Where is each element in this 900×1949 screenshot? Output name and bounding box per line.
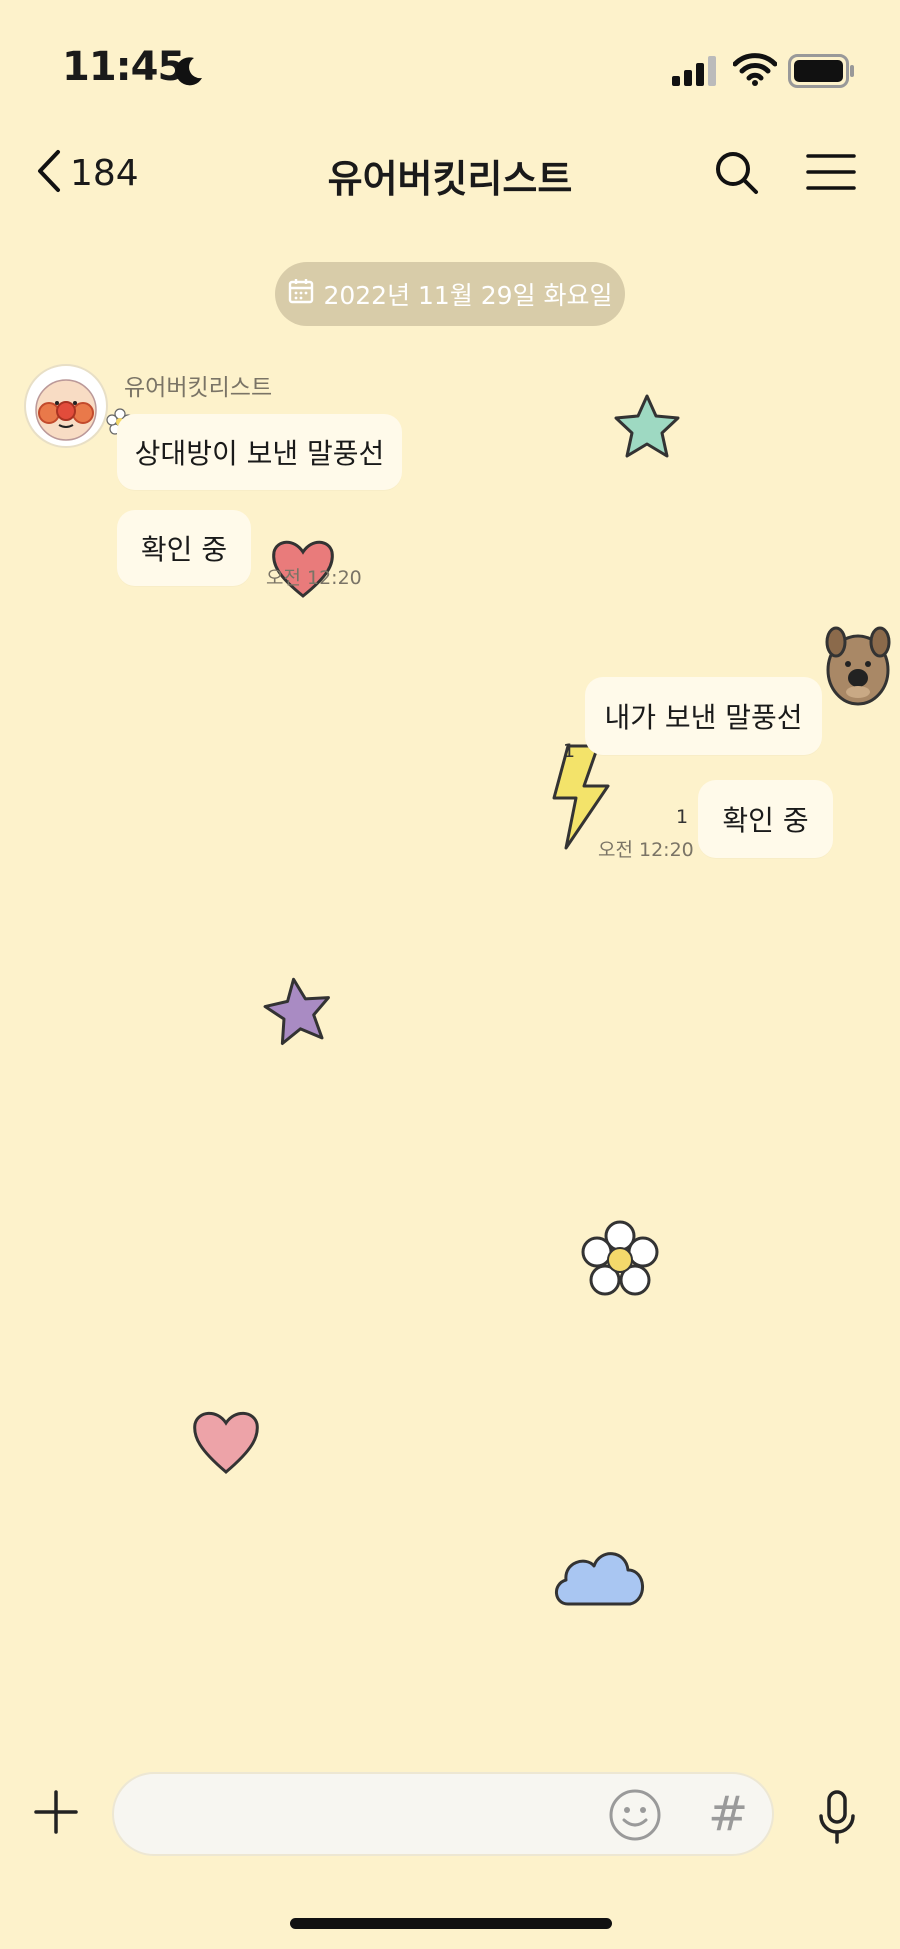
date-label: 2022년 11월 29일 화요일 <box>323 281 613 310</box>
message-input-container <box>112 1772 774 1856</box>
attach-button[interactable] <box>34 1790 78 1838</box>
outgoing-message-bubble[interactable]: 확인 중 <box>698 780 833 858</box>
search-icon <box>712 152 762 202</box>
menu-button[interactable] <box>806 152 856 196</box>
star-sticker-purple <box>260 975 336 1051</box>
microphone-icon <box>815 1790 859 1850</box>
heart-sticker-pink <box>190 1404 262 1480</box>
cloud-sticker <box>550 1540 650 1616</box>
date-divider: 2022년 11월 29일 화요일 <box>275 262 625 326</box>
emoji-icon <box>608 1789 662 1846</box>
hamburger-menu-icon <box>806 154 856 196</box>
unread-indicator: 1 <box>676 806 689 828</box>
battery-icon <box>788 54 856 92</box>
incoming-message-bubble[interactable]: 확인 중 <box>117 510 251 586</box>
status-time: 11:45 <box>62 44 185 90</box>
dog-sticker <box>824 620 892 716</box>
star-sticker-mint <box>612 392 682 466</box>
search-button[interactable] <box>712 148 762 202</box>
calendar-icon <box>287 277 323 311</box>
moon-icon <box>172 54 206 92</box>
unread-count: 184 <box>70 152 139 194</box>
message-input[interactable] <box>144 1792 598 1838</box>
cellular-signal-icon <box>672 56 720 90</box>
daisy-sticker <box>580 1220 660 1304</box>
home-indicator <box>290 1918 612 1929</box>
microphone-button[interactable] <box>815 1790 859 1850</box>
avatar[interactable] <box>24 364 108 448</box>
back-button[interactable]: 184 <box>34 148 139 198</box>
message-timestamp: 오전 12:20 <box>266 567 362 589</box>
plus-icon <box>34 1790 78 1838</box>
wifi-icon <box>732 52 778 90</box>
incoming-message-bubble[interactable]: 상대방이 보낸 말풍선 <box>117 414 402 490</box>
message-timestamp: 오전 12:20 <box>598 839 694 861</box>
sender-name: 유어버킷리스트 <box>124 375 273 401</box>
emoji-button[interactable] <box>608 1788 662 1846</box>
chevron-left-icon <box>34 148 64 198</box>
hashtag-search-button[interactable]: # <box>708 1786 748 1842</box>
outgoing-message-bubble[interactable]: 내가 보낸 말풍선 <box>585 677 822 755</box>
unread-indicator: 1 <box>563 740 576 762</box>
